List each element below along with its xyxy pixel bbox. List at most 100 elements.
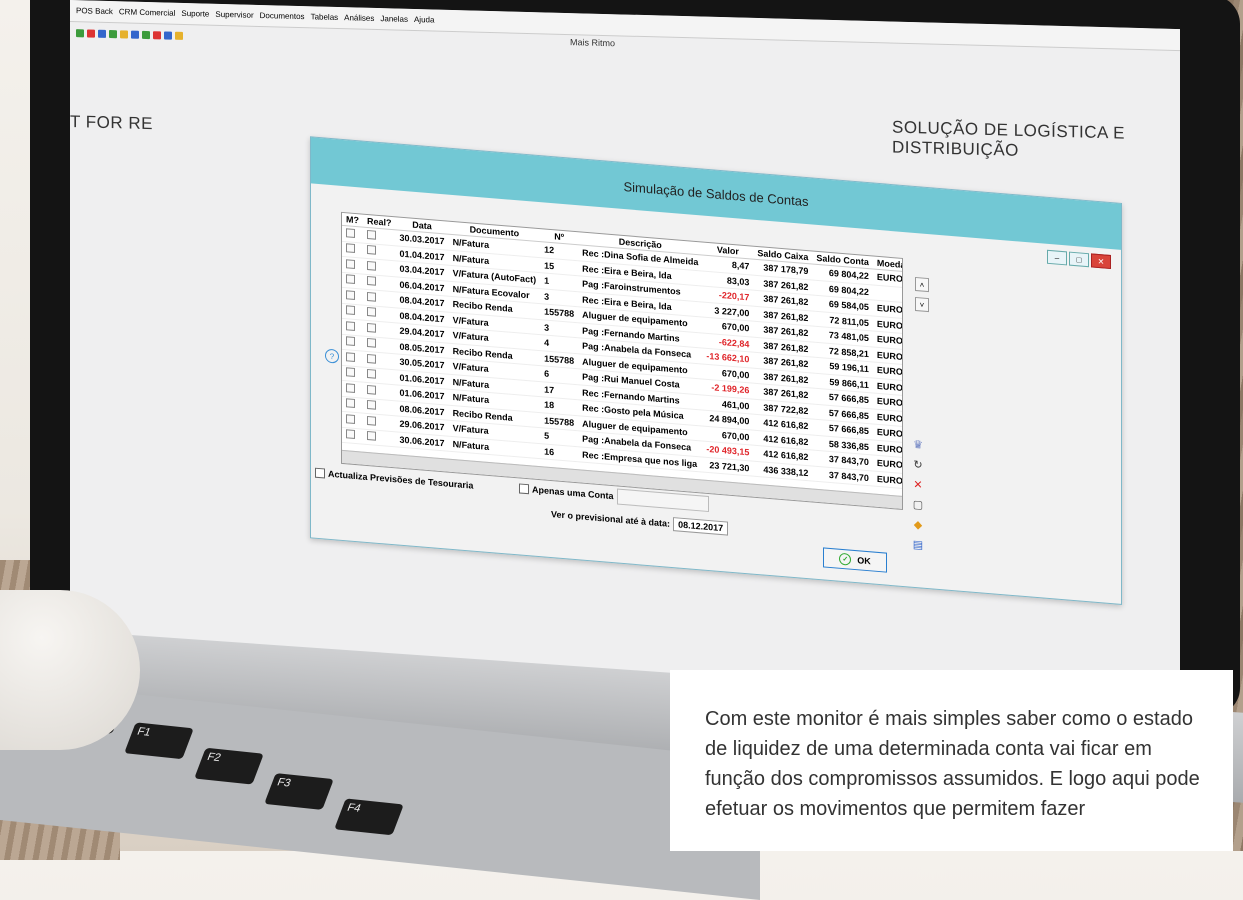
toolbar-icon[interactable] — [142, 30, 150, 40]
close-icon[interactable]: ✕ — [1091, 253, 1111, 270]
key-f3: F3 — [264, 773, 334, 810]
menu-analises[interactable]: Análises — [344, 13, 374, 23]
cell-data: 30.06.2017 — [395, 431, 449, 452]
menu-suporte[interactable]: Suporte — [181, 9, 209, 19]
option-apenas-conta-label: Apenas uma Conta — [532, 484, 614, 502]
checkbox[interactable] — [367, 369, 376, 379]
checkbox-m — [342, 426, 363, 445]
checkbox[interactable] — [367, 400, 376, 410]
checkbox-m — [342, 318, 363, 336]
print-icon[interactable]: ▤ — [911, 537, 925, 552]
toolbar-icon[interactable] — [87, 29, 95, 38]
checkbox-m — [342, 240, 363, 259]
menu-supervisor[interactable]: Supervisor — [215, 10, 253, 20]
checkbox-m — [342, 380, 363, 398]
minimize-icon[interactable]: – — [1047, 249, 1067, 266]
toolbar-icon[interactable] — [109, 30, 117, 39]
table-body: 30.03.2017 N/Fatura 12 Rec :Dina Sofia de A… — [342, 225, 903, 489]
menu-ajuda[interactable]: Ajuda — [414, 15, 434, 25]
date-label: Ver o previsional até à data: — [551, 509, 671, 529]
checkbox-m — [342, 287, 363, 305]
date-input[interactable]: 08.12.2017 — [673, 517, 729, 536]
balances-grid: M? Real? Data Documento Nº Descrição Val… — [341, 211, 903, 510]
toolbar-icon[interactable] — [98, 29, 106, 38]
checkbox-m — [342, 256, 363, 274]
window-controls: – □ ✕ — [1047, 249, 1111, 270]
toolbar-icon[interactable] — [131, 30, 139, 39]
refresh-icon[interactable]: ↻ — [911, 457, 925, 472]
checkbox[interactable] — [346, 243, 355, 254]
toolbar-icon[interactable] — [175, 31, 183, 40]
checkbox[interactable] — [367, 322, 376, 333]
menu-pos-back[interactable]: POS Back — [76, 6, 113, 16]
checkbox[interactable] — [367, 307, 376, 317]
key-f1: F1 — [124, 722, 194, 760]
checkbox[interactable] — [346, 320, 355, 331]
toolbar-icon[interactable] — [153, 31, 161, 40]
checkbox[interactable] — [346, 258, 355, 269]
checkbox[interactable] — [346, 351, 355, 362]
checkbox[interactable] — [367, 276, 376, 286]
checkbox-m — [342, 395, 363, 414]
checkbox[interactable] — [346, 305, 355, 316]
checkbox[interactable] — [367, 338, 376, 348]
checkbox[interactable] — [346, 367, 355, 378]
checkbox[interactable] — [367, 431, 376, 441]
grid-scroll-buttons: ˄ ˅ — [915, 276, 929, 313]
side-toolbar: ♛ ↻ ✕ ▢ ◆ ▤ — [911, 437, 925, 552]
checkbox-apenas-conta[interactable] — [519, 483, 529, 495]
checkbox[interactable] — [367, 384, 376, 395]
cell-valor: 23 721,30 — [702, 456, 754, 477]
export-icon[interactable]: ◆ — [911, 517, 925, 532]
menu-tabelas[interactable]: Tabelas — [311, 12, 339, 22]
checkbox-real — [363, 428, 396, 447]
delete-icon[interactable]: ✕ — [911, 477, 925, 492]
checkbox-m — [342, 364, 363, 383]
menu-crm-comercial[interactable]: CRM Comercial — [119, 7, 175, 17]
checkbox[interactable] — [346, 429, 355, 440]
ok-button[interactable]: ✓ OK — [823, 547, 887, 573]
checkbox[interactable] — [346, 289, 355, 300]
checkbox[interactable] — [367, 415, 376, 426]
checkbox-tesouraria[interactable] — [315, 467, 325, 479]
checkbox[interactable] — [346, 382, 355, 393]
key-f2: F2 — [194, 747, 264, 785]
cell-numero: 16 — [540, 443, 579, 462]
check-circle-icon: ✓ — [839, 552, 852, 566]
checkbox[interactable] — [367, 260, 376, 271]
checkbox-m — [342, 333, 363, 352]
checkbox[interactable] — [346, 227, 355, 238]
checkbox-m — [342, 271, 363, 290]
new-document-icon[interactable]: ▢ — [911, 497, 925, 512]
toolbar-icon[interactable] — [120, 30, 128, 39]
balance-simulation-dialog: Simulação de Saldos de Contas – □ ✕ ? M?… — [310, 136, 1122, 605]
ok-button-label: OK — [857, 555, 871, 567]
chevron-down-icon[interactable]: ˅ — [915, 296, 929, 313]
brand-right-text: SOLUÇÃO DE LOGÍSTICA E DISTRIBUIÇÃO — [892, 117, 1126, 160]
laptop-screen: POS Back CRM Comercial Suporte Superviso… — [70, 0, 1180, 710]
toolbar-icon[interactable] — [164, 31, 172, 40]
help-icon[interactable]: ? — [325, 348, 339, 364]
maximize-icon[interactable]: □ — [1069, 251, 1089, 268]
toolbar-icon[interactable] — [76, 29, 84, 38]
checkbox-m — [342, 349, 363, 367]
caption-text: Com este monitor é mais simples saber co… — [670, 670, 1233, 851]
chevron-up-icon[interactable]: ˄ — [915, 276, 929, 293]
menu-janelas[interactable]: Janelas — [380, 14, 408, 24]
checkbox[interactable] — [346, 398, 355, 409]
checkbox[interactable] — [367, 229, 376, 240]
balances-table: M? Real? Data Documento Nº Descrição Val… — [342, 212, 903, 490]
checkbox[interactable] — [346, 336, 355, 347]
cell-moeda: EURO — [872, 470, 903, 489]
key-f4: F4 — [334, 798, 404, 836]
menu-documentos[interactable]: Documentos — [260, 11, 305, 21]
checkbox[interactable] — [367, 245, 376, 255]
checkbox[interactable] — [346, 413, 355, 424]
checkbox[interactable] — [346, 274, 355, 285]
checkbox-m — [342, 411, 363, 429]
checkbox-m — [342, 225, 363, 243]
trophy-icon[interactable]: ♛ — [911, 437, 925, 452]
checkbox[interactable] — [367, 353, 376, 364]
checkbox[interactable] — [367, 291, 376, 302]
brand-left-text: T FOR RE — [70, 112, 154, 134]
